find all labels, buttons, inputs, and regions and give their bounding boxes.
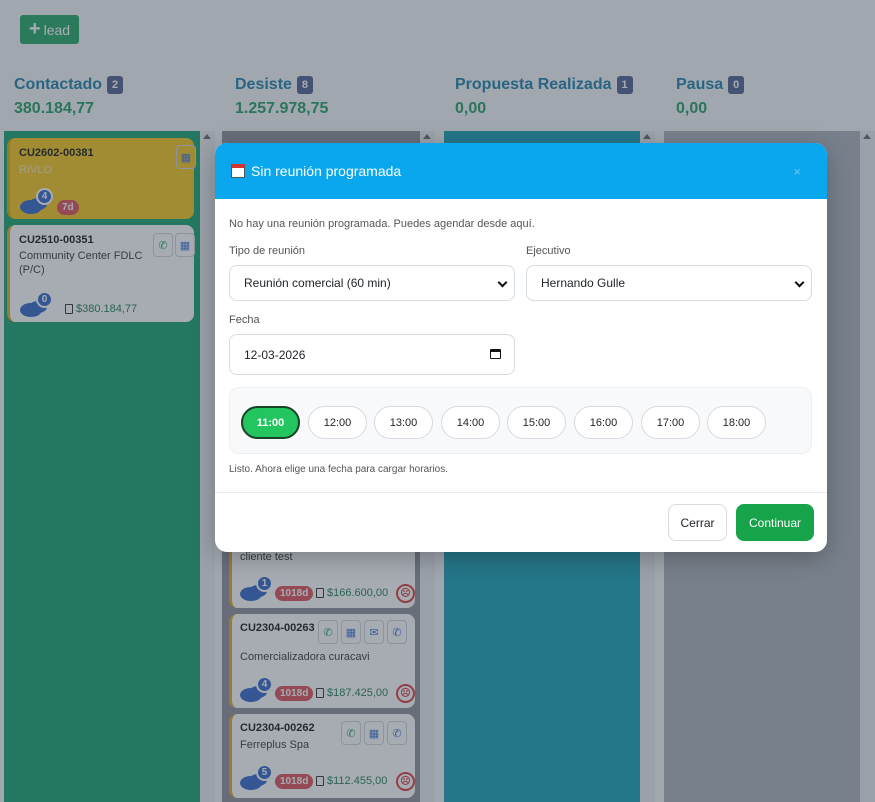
modal-title: Sin reunión programada xyxy=(251,163,402,179)
date-input[interactable]: 12-03-2026 xyxy=(229,334,515,375)
continue-button[interactable]: Continuar xyxy=(736,504,814,541)
calendar-icon xyxy=(231,164,245,178)
executive-select[interactable]: Hernando Gulle xyxy=(526,265,812,301)
chevron-down-icon xyxy=(497,277,508,288)
status-message: Listo. Ahora elige una fecha para cargar… xyxy=(229,464,449,475)
chevron-down-icon xyxy=(794,277,805,288)
close-button[interactable]: Cerrar xyxy=(668,504,727,541)
time-slot-button[interactable]: 18:00 xyxy=(707,406,766,439)
time-slot-button[interactable]: 14:00 xyxy=(441,406,500,439)
date-label: Fecha xyxy=(229,314,260,326)
calendar-picker-icon[interactable] xyxy=(490,349,501,359)
time-slots-panel: 11:00 12:00 13:00 14:00 15:00 16:00 17:0… xyxy=(229,387,812,454)
meeting-type-label: Tipo de reunión xyxy=(229,245,306,257)
executive-value: Hernando Gulle xyxy=(541,276,626,290)
time-slot-button[interactable]: 12:00 xyxy=(308,406,367,439)
time-slot-button[interactable]: 13:00 xyxy=(374,406,433,439)
date-value: 12-03-2026 xyxy=(244,347,306,362)
modal-header: Sin reunión programada × xyxy=(215,143,827,199)
time-slot-button[interactable]: 16:00 xyxy=(574,406,633,439)
close-icon[interactable]: × xyxy=(793,164,801,179)
time-slot-button[interactable]: 11:00 xyxy=(241,406,300,439)
meeting-type-value: Reunión comercial (60 min) xyxy=(244,276,391,290)
modal-note: No hay una reunión programada. Puedes ag… xyxy=(229,218,535,230)
time-slot-button[interactable]: 17:00 xyxy=(641,406,700,439)
time-slot-button[interactable]: 15:00 xyxy=(507,406,566,439)
executive-label: Ejecutivo xyxy=(526,245,571,257)
schedule-meeting-modal: Sin reunión programada × No hay una reun… xyxy=(215,143,827,552)
meeting-type-select[interactable]: Reunión comercial (60 min) xyxy=(229,265,515,301)
footer-divider xyxy=(215,492,827,493)
